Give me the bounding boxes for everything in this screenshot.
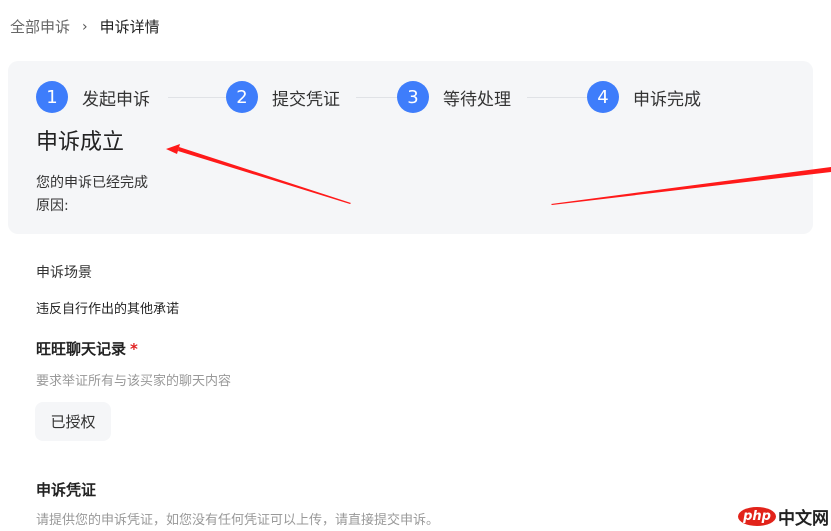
watermark-logo: php [738,507,776,526]
red-arrow-left [178,147,351,204]
watermark-text: 中文网 [778,509,829,529]
watermark: php 中文网 [738,504,829,529]
red-arrow-right [551,167,831,205]
arrowhead-icon [166,144,180,154]
annotation-arrows [166,144,831,205]
